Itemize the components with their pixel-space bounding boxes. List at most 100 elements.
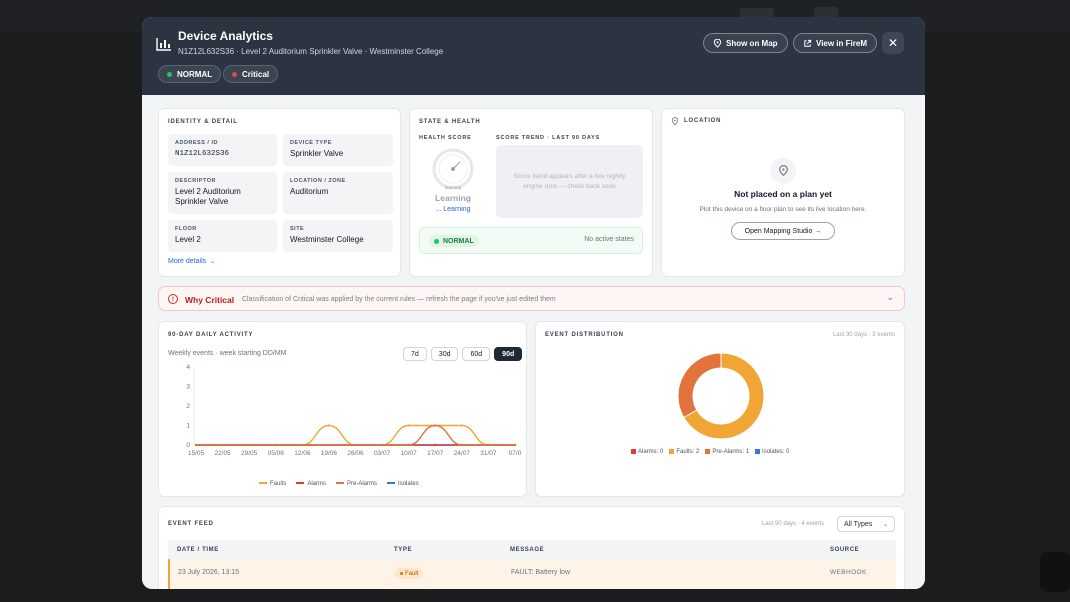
modal-header: Device Analytics N1Z12L632S36 · Level 2 … — [142, 17, 925, 95]
why-critical-title: Why Critical — [185, 295, 235, 305]
data-point — [301, 443, 304, 447]
event-feed-title: EVENT FEED — [168, 521, 214, 527]
activity-card: 90-DAY DAILY ACTIVITY Weekly events · we… — [158, 321, 527, 497]
legend-label: Alarms — [307, 481, 327, 487]
state-title: STATE & HEALTH — [419, 119, 481, 125]
why-critical-banner[interactable]: ! Why Critical Classification of Critica… — [158, 286, 905, 311]
x-tick-label: 19/06 — [321, 450, 338, 457]
normal-state-label: NORMAL — [443, 237, 474, 245]
normal-state-badge: NORMAL — [429, 235, 479, 247]
fault-dot-icon — [400, 572, 403, 575]
x-tick-label: 07/0 — [509, 450, 522, 457]
y-tick-label: 2 — [186, 403, 190, 410]
legend-item: Faults: 2 — [669, 449, 699, 455]
x-tick-label: 26/06 — [347, 450, 364, 457]
data-point — [460, 424, 463, 427]
field-location-zone: LOCATION / ZONE Auditorium — [283, 172, 393, 214]
distribution-note: Last 30 days · 3 events — [832, 332, 895, 338]
health-score-label: HEALTH SCORE — [419, 135, 472, 141]
legend-swatch — [755, 449, 761, 454]
location-card: LOCATION Not placed on a plan yet Plot t… — [661, 108, 905, 277]
legend-label: Isolates — [398, 481, 419, 487]
legend-label: Pre-Alarms — [347, 481, 378, 487]
field-label: SITE — [290, 226, 305, 232]
field-label: DESCRIPTOR — [175, 178, 216, 184]
gauge-text: learning — [444, 185, 461, 190]
field-value: N1Z12L632S36 — [175, 150, 230, 158]
location-desc: Plot this device on a floor plan to see … — [699, 206, 867, 213]
data-point — [513, 443, 517, 447]
data-point — [407, 443, 410, 447]
data-point — [354, 443, 357, 447]
y-tick-label: 0 — [186, 442, 190, 449]
identity-card: IDENTITY & DETAIL ADDRESS / ID N1Z12L632… — [158, 108, 401, 277]
x-tick-label: 10/07 — [401, 450, 418, 457]
map-pin-icon — [671, 117, 679, 126]
field-site: SITE Westminster College — [283, 220, 393, 252]
data-point — [487, 443, 490, 447]
x-tick-label: 15/05 — [188, 450, 205, 457]
data-point — [221, 443, 224, 447]
data-point — [434, 424, 437, 427]
field-label: FLOOR — [175, 226, 197, 232]
show-on-map-button[interactable]: Show on Map — [703, 33, 788, 53]
y-tick-label: 1 — [186, 423, 190, 430]
legend-item: Pre-Alarms — [336, 481, 377, 487]
data-point — [274, 443, 277, 447]
close-icon[interactable]: ✕ — [882, 32, 904, 54]
column-source: SOURCE — [830, 547, 860, 553]
legend-swatch — [259, 482, 267, 485]
score-trend-placeholder: Score trend appears after a few nightly … — [496, 145, 643, 218]
type-filter-select[interactable]: All Types ⌄ — [837, 516, 895, 532]
field-floor: FLOOR Level 2 — [168, 220, 277, 252]
state-health-card: STATE & HEALTH HEALTH SCORE SCORE TREND … — [409, 108, 653, 277]
status-dot-icon — [167, 71, 172, 77]
chevron-down-icon: ⌄ — [886, 292, 894, 302]
y-tick-label: 4 — [186, 364, 190, 371]
field-value: Level 2 — [175, 235, 201, 244]
more-details-link[interactable]: More details ⌄ — [168, 258, 215, 265]
activity-title: 90-DAY DAILY ACTIVITY — [168, 332, 254, 338]
modal-subtitle: N1Z12L632S36 · Level 2 Auditorium Sprink… — [178, 47, 444, 56]
legend-item: Isolates — [387, 481, 419, 487]
open-mapping-studio-button[interactable]: Open Mapping Studio → — [731, 222, 835, 240]
series-line-pre-alarms — [196, 424, 515, 446]
field-value: Auditorium — [290, 187, 329, 196]
legend-item: Isolates: 0 — [755, 449, 789, 455]
score-text: Learning — [435, 193, 471, 203]
legend-swatch — [705, 449, 711, 454]
location-heading: Not placed on a plan yet — [734, 189, 832, 199]
legend-swatch — [631, 449, 636, 454]
legend-label: Faults: 2 — [676, 449, 700, 456]
status-pill-normal[interactable]: NORMAL — [158, 65, 222, 83]
row-message: FAULT: Battery low — [511, 569, 571, 576]
status-pill-critical[interactable]: Critical — [223, 65, 279, 83]
table-row[interactable]: 23 July 2026, 13:15 Fault FAULT: Battery… — [168, 559, 896, 589]
legend-label: Alarms: 0 — [638, 449, 664, 456]
legend-label: Isolates: 0 — [762, 449, 790, 456]
score-sub: ... Learning — [435, 206, 471, 213]
legend-item: Faults — [259, 481, 286, 487]
view-in-firem-label: View in FireM — [816, 38, 867, 48]
device-analytics-modal: Device Analytics N1Z12L632S36 · Level 2 … — [142, 17, 925, 589]
location-title: LOCATION — [684, 118, 722, 124]
score-trend-label: SCORE TREND · LAST 90 DAYS — [496, 135, 601, 141]
data-point — [407, 424, 410, 427]
data-point — [327, 443, 331, 447]
legend-item: Pre-Alarms: 1 — [705, 449, 749, 455]
state-row: NORMAL No active states — [419, 227, 643, 254]
show-on-map-label: Show on Map — [726, 38, 778, 48]
fault-type-badge: Fault — [395, 568, 424, 579]
x-tick-label: 24/07 — [454, 450, 471, 457]
field-address: ADDRESS / ID N1Z12L632S36 — [168, 134, 277, 166]
activity-legend: Faults Alarms Pre-Alarms Isolates — [259, 481, 419, 487]
legend-item: Alarms — [296, 481, 326, 487]
x-tick-label: 12/06 — [294, 450, 311, 457]
row-type: Fault — [405, 570, 419, 577]
chevron-down-icon: ⌄ — [210, 259, 216, 265]
field-value: Westminster College — [290, 235, 364, 244]
series-line-faults — [196, 424, 515, 446]
identity-title: IDENTITY & DETAIL — [168, 119, 238, 125]
view-in-firem-button[interactable]: View in FireM — [793, 33, 877, 53]
legend-swatch — [296, 482, 305, 485]
